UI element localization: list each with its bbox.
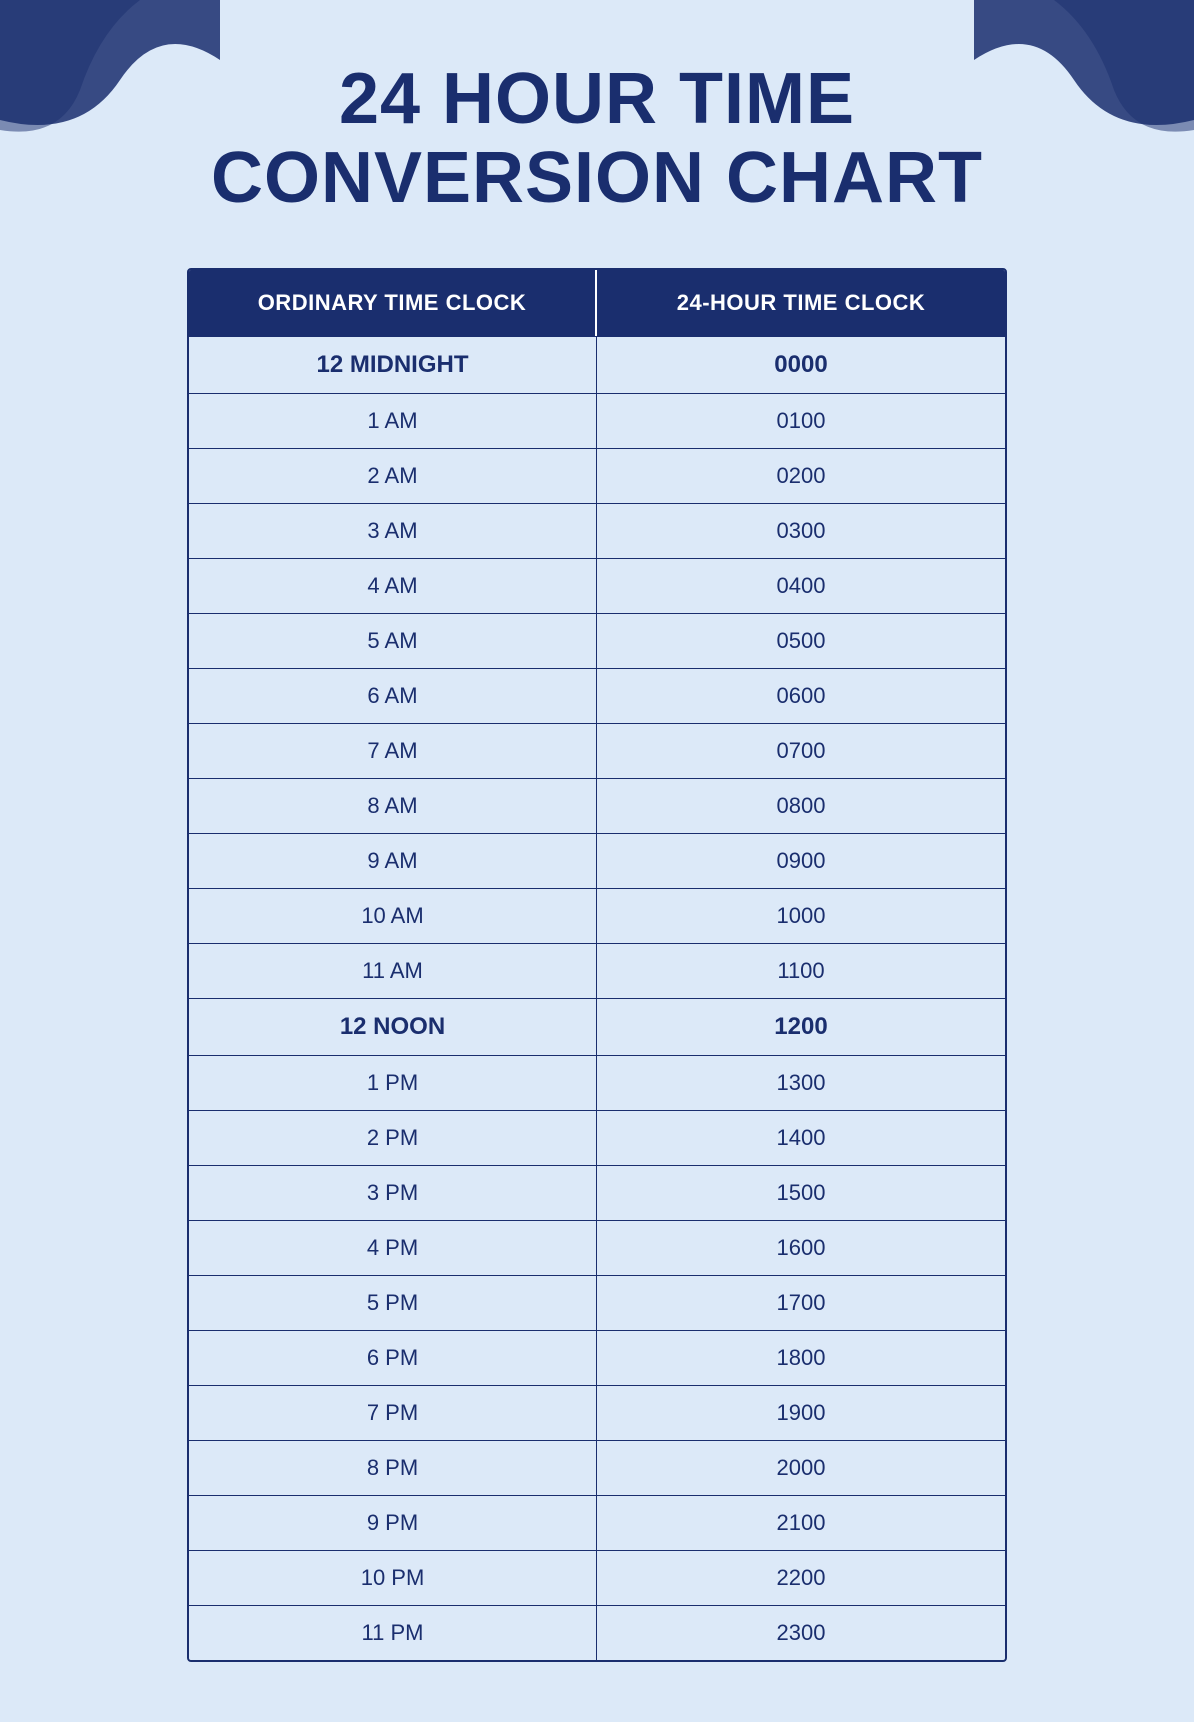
military-time-cell: 1000 (597, 889, 1005, 943)
ordinary-time-cell: 3 PM (189, 1166, 597, 1220)
military-time-cell: 1300 (597, 1056, 1005, 1110)
military-time-cell: 1600 (597, 1221, 1005, 1275)
ordinary-time-cell: 7 PM (189, 1386, 597, 1440)
table-row: 11 PM2300 (189, 1605, 1005, 1660)
table-row: 9 AM0900 (189, 833, 1005, 888)
ordinary-time-cell: 1 AM (189, 394, 597, 448)
table-row: 12 MIDNIGHT0000 (189, 336, 1005, 393)
ordinary-time-cell: 9 AM (189, 834, 597, 888)
page-wrapper: 24 HOUR TIME CONVERSION CHART ORDINARY T… (0, 0, 1194, 1722)
military-time-cell: 0600 (597, 669, 1005, 723)
military-time-cell: 0700 (597, 724, 1005, 778)
table-row: 10 AM1000 (189, 888, 1005, 943)
ordinary-time-cell: 2 AM (189, 449, 597, 503)
ordinary-time-cell: 10 PM (189, 1551, 597, 1605)
conversion-table: ORDINARY TIME CLOCK 24-HOUR TIME CLOCK 1… (187, 268, 1007, 1662)
military-time-cell: 1900 (597, 1386, 1005, 1440)
military-time-cell: 0100 (597, 394, 1005, 448)
table-row: 1 PM1300 (189, 1055, 1005, 1110)
ordinary-time-cell: 11 AM (189, 944, 597, 998)
title-line1: 24 HOUR TIME (211, 60, 983, 139)
military-time-cell: 1100 (597, 944, 1005, 998)
table-body: 12 MIDNIGHT00001 AM01002 AM02003 AM03004… (189, 336, 1005, 1660)
ordinary-time-cell: 7 AM (189, 724, 597, 778)
table-row: 8 AM0800 (189, 778, 1005, 833)
table-row: 5 PM1700 (189, 1275, 1005, 1330)
ordinary-time-cell: 8 AM (189, 779, 597, 833)
ordinary-time-cell: 5 AM (189, 614, 597, 668)
table-row: 10 PM2200 (189, 1550, 1005, 1605)
military-time-cell: 1500 (597, 1166, 1005, 1220)
military-time-cell: 2300 (597, 1606, 1005, 1660)
military-time-cell: 1800 (597, 1331, 1005, 1385)
table-row: 8 PM2000 (189, 1440, 1005, 1495)
table-row: 1 AM0100 (189, 393, 1005, 448)
ordinary-time-cell: 5 PM (189, 1276, 597, 1330)
military-time-cell: 2000 (597, 1441, 1005, 1495)
military-time-cell: 2200 (597, 1551, 1005, 1605)
military-time-cell: 1700 (597, 1276, 1005, 1330)
military-time-cell: 1400 (597, 1111, 1005, 1165)
table-row: 7 AM0700 (189, 723, 1005, 778)
col2-header: 24-HOUR TIME CLOCK (597, 270, 1005, 336)
ordinary-time-cell: 8 PM (189, 1441, 597, 1495)
table-row: 6 PM1800 (189, 1330, 1005, 1385)
col1-header: ORDINARY TIME CLOCK (189, 270, 597, 336)
ordinary-time-cell: 2 PM (189, 1111, 597, 1165)
military-time-cell: 0000 (597, 337, 1005, 393)
military-time-cell: 0900 (597, 834, 1005, 888)
table-row: 6 AM0600 (189, 668, 1005, 723)
military-time-cell: 1200 (597, 999, 1005, 1055)
table-row: 4 AM0400 (189, 558, 1005, 613)
ordinary-time-cell: 4 AM (189, 559, 597, 613)
ordinary-time-cell: 1 PM (189, 1056, 597, 1110)
military-time-cell: 0300 (597, 504, 1005, 558)
table-header: ORDINARY TIME CLOCK 24-HOUR TIME CLOCK (189, 270, 1005, 336)
title-line2: CONVERSION CHART (211, 139, 983, 218)
ordinary-time-cell: 11 PM (189, 1606, 597, 1660)
table-row: 2 PM1400 (189, 1110, 1005, 1165)
ordinary-time-cell: 12 MIDNIGHT (189, 337, 597, 393)
military-time-cell: 0500 (597, 614, 1005, 668)
military-time-cell: 2100 (597, 1496, 1005, 1550)
ordinary-time-cell: 6 AM (189, 669, 597, 723)
table-row: 12 NOON1200 (189, 998, 1005, 1055)
table-row: 9 PM2100 (189, 1495, 1005, 1550)
table-row: 5 AM0500 (189, 613, 1005, 668)
ordinary-time-cell: 9 PM (189, 1496, 597, 1550)
ordinary-time-cell: 6 PM (189, 1331, 597, 1385)
table-row: 3 PM1500 (189, 1165, 1005, 1220)
military-time-cell: 0200 (597, 449, 1005, 503)
page-title: 24 HOUR TIME CONVERSION CHART (151, 60, 1043, 218)
ordinary-time-cell: 10 AM (189, 889, 597, 943)
table-row: 11 AM1100 (189, 943, 1005, 998)
table-row: 4 PM1600 (189, 1220, 1005, 1275)
military-time-cell: 0800 (597, 779, 1005, 833)
ordinary-time-cell: 12 NOON (189, 999, 597, 1055)
ordinary-time-cell: 3 AM (189, 504, 597, 558)
ordinary-time-cell: 4 PM (189, 1221, 597, 1275)
table-row: 2 AM0200 (189, 448, 1005, 503)
table-row: 7 PM1900 (189, 1385, 1005, 1440)
military-time-cell: 0400 (597, 559, 1005, 613)
table-row: 3 AM0300 (189, 503, 1005, 558)
